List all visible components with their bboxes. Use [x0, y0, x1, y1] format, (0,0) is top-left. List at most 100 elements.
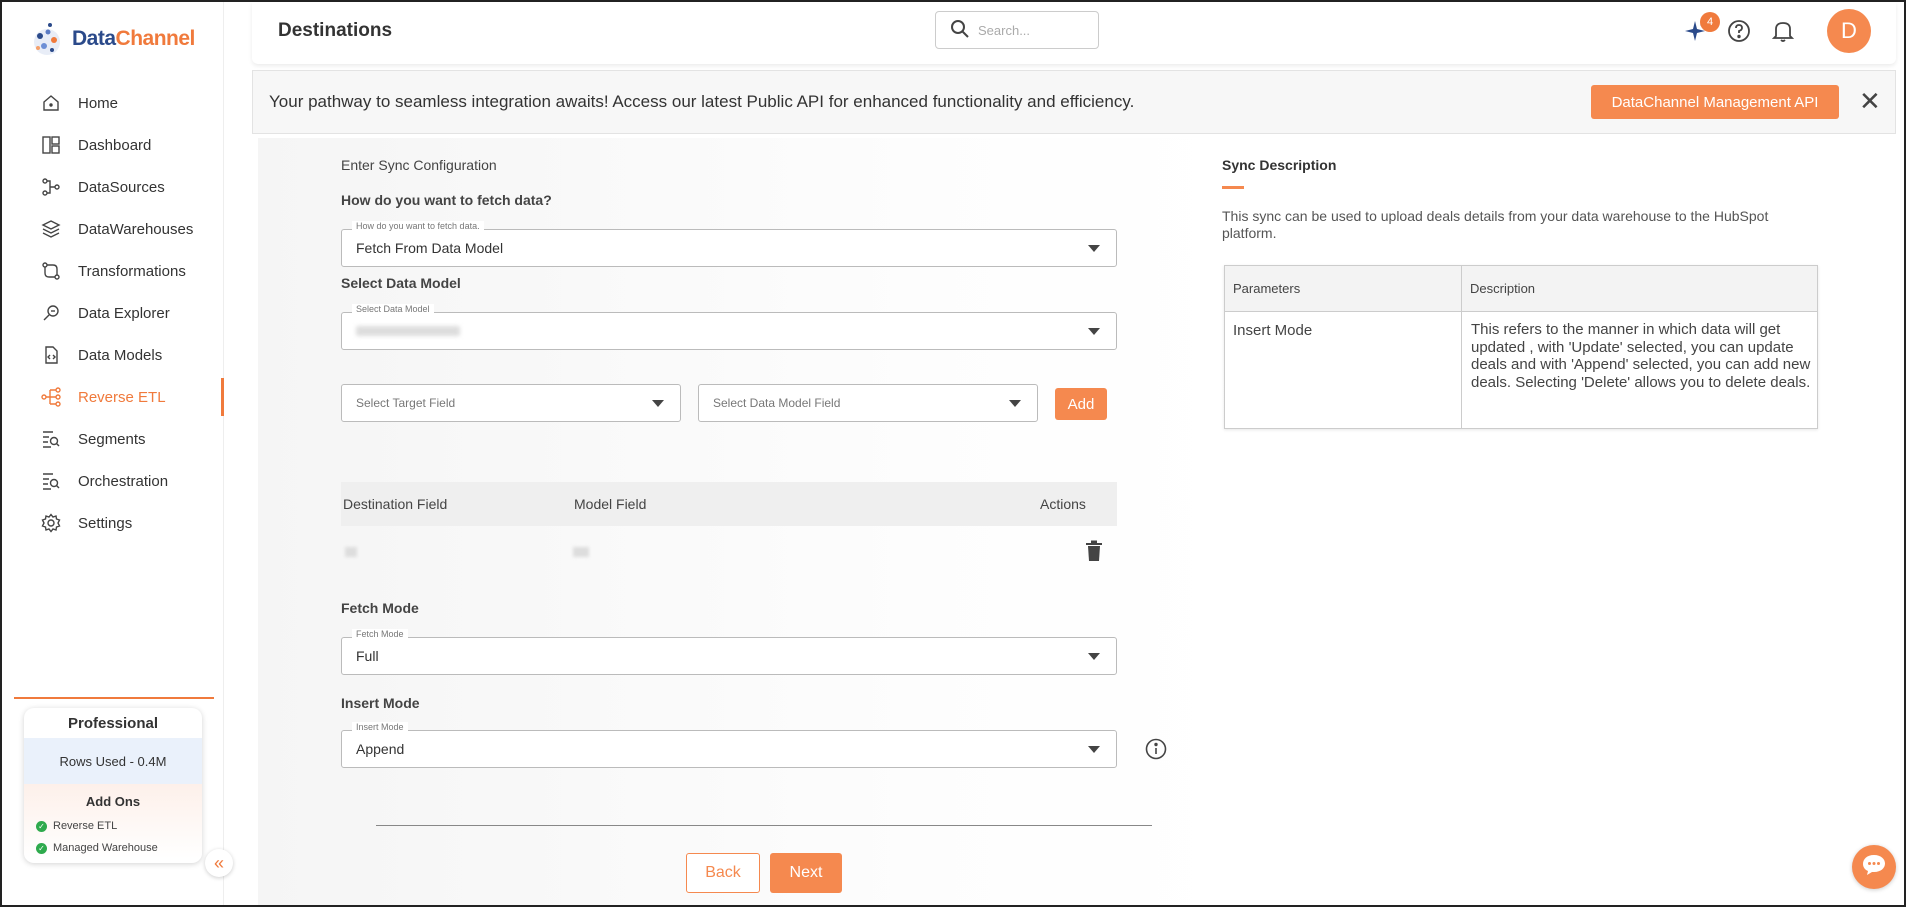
- notification-badge: 4: [1700, 12, 1720, 32]
- column-divider: [1461, 266, 1462, 428]
- trash-icon[interactable]: [1085, 540, 1103, 567]
- sidebar-item-settings[interactable]: Settings: [2, 502, 224, 544]
- sidebar-item-label: Orchestration: [78, 472, 169, 490]
- collapse-sidebar-button[interactable]: «: [205, 849, 233, 877]
- top-header: Destinations Search...: [252, 2, 1896, 64]
- back-button[interactable]: Back: [686, 853, 760, 893]
- caret-down-icon: [1088, 328, 1100, 335]
- sidebar-item-label: Transformations: [78, 262, 186, 280]
- transformations-icon: [40, 260, 62, 282]
- fetch-mode-label: Fetch Mode: [341, 600, 419, 616]
- insert-mode-select[interactable]: Insert Mode Append: [341, 722, 1117, 768]
- check-icon: ✓: [36, 842, 47, 854]
- logo-mark-icon: [30, 20, 64, 58]
- caret-down-icon: [1088, 653, 1100, 660]
- search-input[interactable]: Search...: [935, 11, 1099, 49]
- bell-icon[interactable]: [1770, 18, 1796, 44]
- sidebar-item-label: Reverse ETL: [78, 388, 166, 406]
- section-title: Enter Sync Configuration: [341, 157, 497, 173]
- select-value: Full: [356, 648, 379, 664]
- sync-description-text: This sync can be used to upload deals de…: [1222, 208, 1769, 241]
- col-parameters: Parameters: [1225, 266, 1461, 312]
- param-cell: Insert Mode: [1233, 322, 1313, 339]
- data-model-label: Select Data Model: [341, 275, 461, 291]
- settings-icon: [40, 512, 62, 534]
- sidebar-item-label: Data Explorer: [78, 304, 170, 322]
- plan-title: Professional: [67, 714, 159, 732]
- select-value: Append: [356, 741, 405, 757]
- sidebar-item-orchestration[interactable]: Orchestration: [2, 460, 224, 502]
- sidebar-item-dashboard[interactable]: Dashboard: [2, 124, 224, 166]
- caret-down-icon: [1009, 400, 1021, 407]
- col-description: Description: [1462, 266, 1817, 312]
- sidebar-item-segments[interactable]: Segments: [2, 418, 224, 460]
- sidebar-item-label: Dashboard: [78, 136, 152, 154]
- caret-down-icon: [1088, 746, 1100, 753]
- sidebar-item-label: DataWarehouses: [78, 220, 194, 238]
- sidebar-item-datasources[interactable]: DataSources: [2, 166, 224, 208]
- help-icon[interactable]: [1726, 18, 1752, 44]
- add-mapping-button[interactable]: Add: [1055, 388, 1107, 420]
- blurred-value: [356, 326, 460, 336]
- mapping-table-header: Destination Field Model Field Actions: [341, 482, 1117, 526]
- search-icon: [950, 19, 970, 42]
- datawarehouses-icon: [40, 218, 62, 240]
- chat-bubble-icon: [1861, 853, 1887, 882]
- reverse-etl-icon: [40, 386, 62, 408]
- title-underline: [1222, 186, 1244, 189]
- floating-label: Select Data Model: [352, 304, 434, 314]
- page-title: Destinations: [278, 20, 393, 41]
- segments-icon: [40, 428, 62, 450]
- dashboard-icon: [40, 134, 62, 156]
- sidebar-item-label: Segments: [78, 430, 146, 448]
- col-destination-field: Destination Field: [343, 496, 448, 512]
- sidebar-item-reverse-etl[interactable]: Reverse ETL: [2, 376, 224, 418]
- insert-mode-label: Insert Mode: [341, 695, 420, 711]
- sidebar-item-datawarehouses[interactable]: DataWarehouses: [2, 208, 224, 250]
- sidebar: DataChannel Home Dashboard DataSources D…: [2, 2, 224, 905]
- announcement-banner: Your pathway to seamless integration awa…: [252, 70, 1896, 134]
- col-model-field: Model Field: [574, 496, 647, 512]
- sidebar-nav: Home Dashboard DataSources DataWarehouse…: [2, 82, 224, 544]
- chat-button[interactable]: [1852, 845, 1896, 889]
- floating-label: Fetch Mode: [352, 629, 408, 639]
- close-icon[interactable]: ✕: [1859, 87, 1881, 115]
- target-field-select[interactable]: Select Target Field: [341, 384, 681, 422]
- datasources-icon: [40, 176, 62, 198]
- home-icon: [40, 92, 62, 114]
- plan-divider: [14, 697, 214, 699]
- sidebar-item-transformations[interactable]: Transformations: [2, 250, 224, 292]
- parameters-table: Parameters Description Insert Mode This …: [1224, 265, 1818, 429]
- form-divider: [376, 825, 1152, 826]
- sidebar-item-data-models[interactable]: Data Models: [2, 334, 224, 376]
- info-icon[interactable]: [1145, 738, 1167, 760]
- check-icon: ✓: [36, 820, 47, 832]
- blurred-model-field: [573, 547, 589, 557]
- addon-item: ✓ Reverse ETL: [24, 815, 202, 837]
- caret-down-icon: [1088, 245, 1100, 252]
- sidebar-item-home[interactable]: Home: [2, 82, 224, 124]
- fetch-method-select[interactable]: How do you want to fetch data. Fetch Fro…: [341, 221, 1117, 267]
- floating-label: How do you want to fetch data.: [352, 221, 484, 231]
- fetch-mode-select[interactable]: Fetch Mode Full: [341, 629, 1117, 675]
- data-explorer-icon: [40, 302, 62, 324]
- plan-addons: Add Ons ✓ Reverse ETL ✓ Managed Warehous…: [24, 784, 202, 859]
- col-actions: Actions: [1040, 496, 1086, 512]
- sidebar-item-data-explorer[interactable]: Data Explorer: [2, 292, 224, 334]
- datachannel-logo[interactable]: DataChannel: [30, 20, 195, 58]
- management-api-button[interactable]: DataChannel Management API: [1591, 85, 1839, 119]
- next-button[interactable]: Next: [770, 853, 842, 893]
- avatar[interactable]: D: [1827, 9, 1871, 53]
- sidebar-item-label: Settings: [78, 514, 133, 532]
- select-value: Fetch From Data Model: [356, 240, 504, 256]
- floating-label: Insert Mode: [352, 722, 408, 732]
- data-model-select[interactable]: Select Data Model: [341, 304, 1117, 350]
- addon-label: Managed Warehouse: [53, 842, 158, 854]
- logo-text: DataChannel: [72, 27, 195, 50]
- table-row: [341, 530, 1117, 574]
- blurred-destination-field: [345, 547, 357, 557]
- addon-item: ✓ Managed Warehouse: [24, 837, 202, 859]
- fetch-question-label: How do you want to fetch data?: [341, 192, 552, 208]
- data-model-field-select[interactable]: Select Data Model Field: [698, 384, 1038, 422]
- sidebar-item-label: DataSources: [78, 178, 165, 196]
